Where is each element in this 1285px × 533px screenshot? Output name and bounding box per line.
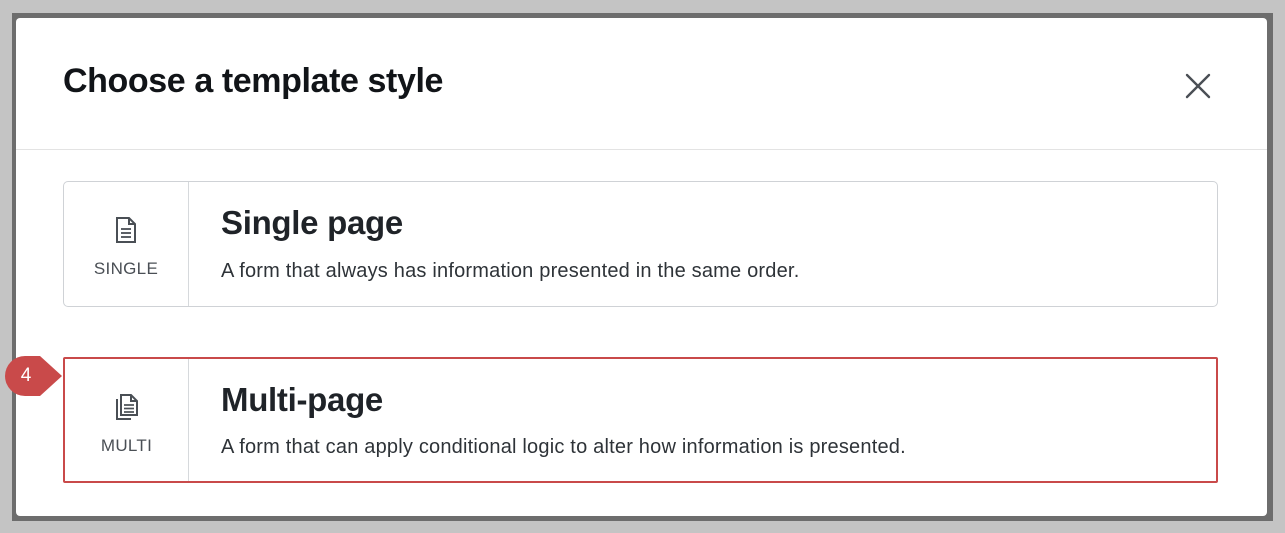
documents-stack-icon [115,394,138,420]
dialog-header: Choose a template style [16,18,1267,150]
option-description: A form that can apply conditional logic … [221,436,906,458]
dialog-title: Choose a template style [63,62,444,100]
option-title: Multi-page [221,381,383,418]
step-callout-badge: 4 [4,355,62,397]
close-button[interactable] [1182,70,1214,102]
close-icon [1185,73,1211,99]
option-type-tile: MULTI [65,359,189,481]
option-description: A form that always has information prese… [221,260,800,282]
option-type-tile: SINGLE [64,182,189,306]
option-multi-page[interactable]: MULTI Multi-page A form that can apply c… [63,357,1218,483]
option-code-label: MULTI [100,436,153,455]
template-style-dialog: Choose a template style SINGLE Single pa… [16,18,1267,516]
document-icon [116,217,136,243]
option-title: Single page [221,204,403,241]
option-code-label: SINGLE [93,259,159,278]
step-number: 4 [20,365,32,386]
option-single-page[interactable]: SINGLE Single page A form that always ha… [63,181,1218,307]
